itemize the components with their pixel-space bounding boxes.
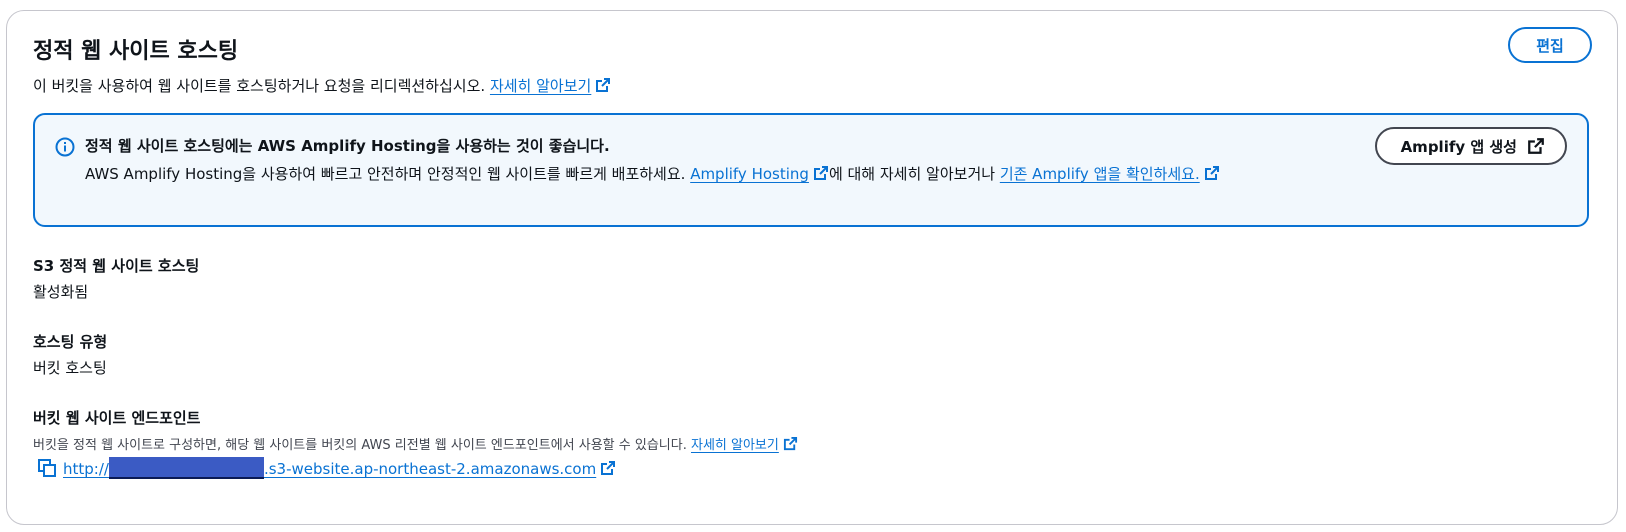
- static-website-hosting-panel: 정적 웹 사이트 호스팅 이 버킷을 사용하여 웹 사이트를 호스팅하거나 요청…: [6, 10, 1618, 525]
- alert-body-text: AWS Amplify Hosting을 사용하여 빠르고 안전하며 안정적인 …: [85, 165, 691, 183]
- external-link-icon: [813, 166, 828, 180]
- endpoint-description-text: 버킷을 정적 웹 사이트로 구성하면, 해당 웹 사이트를 버킷의 AWS 리전…: [33, 438, 687, 453]
- hosting-type-label: 호스팅 유형: [33, 333, 108, 351]
- endpoint-description: 버킷을 정적 웹 사이트로 구성하면, 해당 웹 사이트를 버킷의 AWS 리전…: [33, 434, 798, 453]
- alert-title: 정적 웹 사이트 호스팅에는 AWS Amplify Hosting을 사용하는…: [85, 137, 610, 155]
- endpoint-learn-more-link[interactable]: 자세히 알아보기: [691, 436, 798, 453]
- page-title: 정적 웹 사이트 호스팅: [33, 39, 239, 64]
- external-link-icon: [596, 78, 611, 92]
- endpoint-url-row: http://.s3-website.ap-northeast-2.amazon…: [37, 457, 616, 479]
- description-text: 이 버킷을 사용하여 웹 사이트를 호스팅하거나 요청을 리디렉션하십시오.: [33, 77, 486, 95]
- redacted-bucket-name: [108, 457, 264, 479]
- s3-hosting-value: 활성화됨: [33, 283, 89, 301]
- amplify-info-alert: 정적 웹 사이트 호스팅에는 AWS Amplify Hosting을 사용하는…: [33, 113, 1589, 227]
- header-description: 이 버킷을 사용하여 웹 사이트를 호스팅하거나 요청을 리디렉션하십시오. 자…: [33, 75, 611, 96]
- create-amplify-app-button[interactable]: Amplify 앱 생성: [1374, 127, 1567, 165]
- alert-body: AWS Amplify Hosting을 사용하여 빠르고 안전하며 안정적인 …: [85, 161, 1260, 187]
- edit-button[interactable]: 편집: [1508, 27, 1592, 63]
- alert-body-text-mid: 에 대해 자세히 알아보거나: [828, 165, 1000, 183]
- info-icon: [55, 137, 75, 157]
- hosting-type-value: 버킷 호스팅: [33, 359, 107, 377]
- external-link-icon: [1204, 166, 1219, 180]
- create-amplify-app-label: Amplify 앱 생성: [1400, 137, 1517, 156]
- endpoint-label: 버킷 웹 사이트 엔드포인트: [33, 409, 201, 427]
- amplify-hosting-link[interactable]: Amplify Hosting: [690, 165, 829, 183]
- copy-icon[interactable]: [37, 458, 57, 478]
- existing-amplify-apps-link[interactable]: 기존 Amplify 앱을 확인하세요.: [1000, 165, 1220, 183]
- s3-hosting-label: S3 정적 웹 사이트 호스팅: [33, 257, 200, 275]
- endpoint-url-link[interactable]: http://.s3-website.ap-northeast-2.amazon…: [63, 457, 616, 479]
- external-link-icon: [783, 436, 797, 451]
- learn-more-link[interactable]: 자세히 알아보기: [490, 77, 611, 95]
- external-link-icon: [1528, 138, 1544, 154]
- external-link-icon: [601, 461, 616, 475]
